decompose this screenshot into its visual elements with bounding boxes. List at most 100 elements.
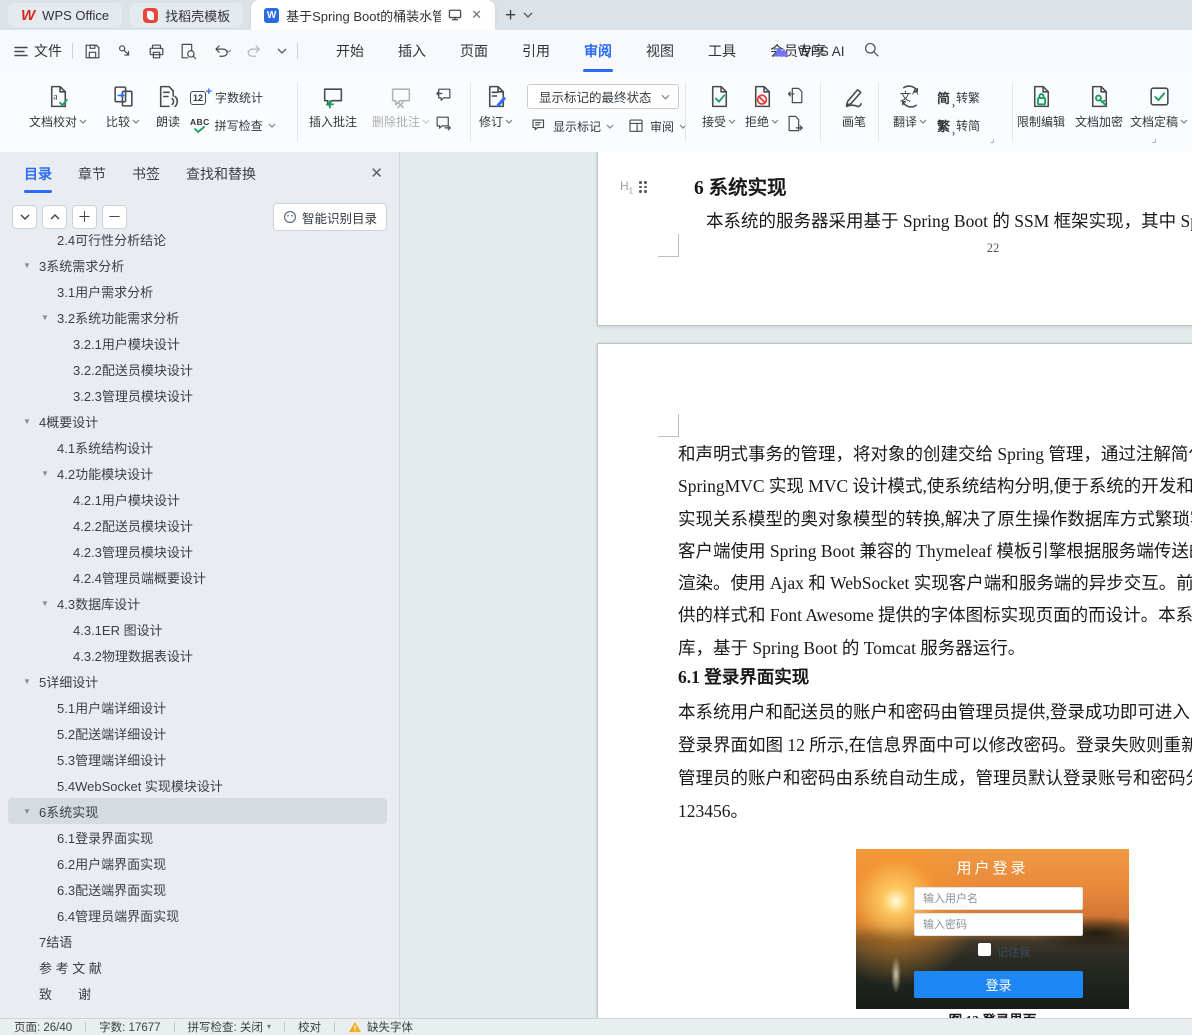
export-icon[interactable]	[115, 42, 134, 61]
collapse-triangle-icon[interactable]: ▼	[22, 261, 39, 270]
markup-state-select[interactable]: 显示标记的最终状态	[527, 84, 679, 109]
zoom-out-button[interactable]: －	[102, 205, 127, 229]
toc-item[interactable]: ▼ 6系统实现	[8, 798, 387, 824]
close-sidebar-icon[interactable]: ✕	[370, 164, 383, 182]
toc-item[interactable]: ▼ 3.1用户需求分析	[8, 278, 387, 304]
traditional-to-simplified-button[interactable]: 繁 转简	[937, 116, 980, 138]
finalize-document-button[interactable]: 文档定稿	[1126, 81, 1192, 143]
chevron-down-icon[interactable]: ▾	[267, 1022, 271, 1031]
missing-font-warning[interactable]: 缺失字体	[348, 1019, 413, 1035]
file-menu-button[interactable]: 文件	[14, 41, 62, 61]
undo-button[interactable]	[211, 42, 232, 61]
drag-handle-icon[interactable]	[639, 181, 647, 193]
print-preview-icon[interactable]	[179, 42, 198, 61]
menu-tab[interactable]: 开始	[334, 30, 366, 72]
tab-document[interactable]: W 基于Spring Boot的桶装水管理 ✕	[251, 0, 496, 30]
collapse-triangle-icon[interactable]: ▼	[22, 417, 39, 426]
menu-tab[interactable]: 视图	[644, 30, 676, 72]
document-canvas[interactable]: 器发送过接入双信息给配送员。 H1 6 系统实现 本系统的服务器采用基于 Spr…	[400, 152, 1192, 1018]
zoom-in-button[interactable]: ＋	[72, 205, 97, 229]
toc-item[interactable]: ▼ 4.2.2配送员模块设计	[8, 512, 387, 538]
collapse-all-button[interactable]	[42, 205, 67, 229]
toc-item[interactable]: ▼ 4.2.3管理员模块设计	[8, 538, 387, 564]
collapse-triangle-icon[interactable]: ▼	[40, 469, 57, 478]
save-icon[interactable]	[83, 42, 102, 61]
toc-item[interactable]: ▼ 参 考 文 献	[8, 954, 387, 980]
smart-toc-button[interactable]: 智能识别目录	[272, 203, 387, 231]
review-pane-button[interactable]: 审阅	[627, 117, 687, 135]
next-comment-button[interactable]	[434, 114, 453, 133]
toc-item[interactable]: ▼ 4.3数据库设计	[8, 590, 387, 616]
toc-item[interactable]: ▼ 6.4管理员端界面实现	[8, 902, 387, 928]
toc-item[interactable]: ▼ 6.1登录界面实现	[8, 824, 387, 850]
translate-button[interactable]: 文A 翻译	[877, 81, 943, 143]
previous-comment-button[interactable]	[434, 86, 453, 105]
next-change-button[interactable]	[786, 114, 805, 133]
toc-item[interactable]: ▼ 5详细设计	[8, 668, 387, 694]
toc-item[interactable]: ▼ 7结语	[8, 928, 387, 954]
toc-item[interactable]: ▼ 3.2.3管理员模块设计	[8, 382, 387, 408]
document-page-22[interactable]: 器发送过接入双信息给配送员。 H1 6 系统实现 本系统的服务器采用基于 Spr…	[597, 152, 1192, 326]
toc-item[interactable]: ▼ 5.2配送端详细设计	[8, 720, 387, 746]
toc-item[interactable]: ▼ 4.2.1用户模块设计	[8, 486, 387, 512]
quick-access-chevron-icon[interactable]	[277, 48, 287, 54]
present-monitor-icon[interactable]	[448, 9, 462, 21]
collapse-triangle-icon[interactable]: ▼	[40, 313, 57, 322]
word-count-indicator[interactable]: 字数: 17677	[99, 1019, 160, 1035]
group-launcher-icon[interactable]: ⌟	[1152, 134, 1157, 145]
toc-item[interactable]: ▼ 5.3管理端详细设计	[8, 746, 387, 772]
insert-comment-button[interactable]: 插入批注	[300, 81, 366, 143]
toc-item[interactable]: ▼ 3系统需求分析	[8, 252, 387, 278]
toc-item[interactable]: ▼ 4.1系统结构设计	[8, 434, 387, 460]
close-tab-icon[interactable]: ✕	[471, 7, 482, 23]
wps-ai-button[interactable]: WPS AI	[772, 30, 845, 72]
menu-tab[interactable]: 审阅	[582, 30, 614, 72]
toc-item[interactable]: ▼ 4.2.4管理员端概要设计	[8, 564, 387, 590]
word-count-button[interactable]: 12 字数统计	[190, 86, 263, 106]
simplified-to-traditional-button[interactable]: 简 转繁	[937, 88, 980, 110]
show-markup-button[interactable]: 显示标记	[530, 117, 614, 135]
collapse-triangle-icon[interactable]: ▼	[22, 807, 39, 816]
redo-button[interactable]	[245, 42, 264, 61]
heading-level-badge[interactable]: H1	[620, 179, 647, 195]
sidebar-tab[interactable]: 书签	[132, 164, 160, 193]
toc-item[interactable]: ▼ 5.4WebSocket 实现模块设计	[8, 772, 387, 798]
menu-tab[interactable]: 插入	[396, 30, 428, 72]
toc-item[interactable]: ▼ 5.1用户端详细设计	[8, 694, 387, 720]
toc-item[interactable]: ▼ 3.2系统功能需求分析	[8, 304, 387, 330]
previous-change-button[interactable]	[786, 86, 805, 105]
login-screenshot-figure[interactable]: 用户登录 输入用户名 输入密码 记住我 登录	[856, 849, 1129, 1009]
toc-item[interactable]: ▼ 4.3.1ER 图设计	[8, 616, 387, 642]
spell-check-indicator[interactable]: 拼写检查: 关闭	[188, 1019, 263, 1035]
expand-all-button[interactable]	[12, 205, 37, 229]
toc-item[interactable]: ▼ 4.3.2物理数据表设计	[8, 642, 387, 668]
print-icon[interactable]	[147, 42, 166, 61]
toc-item[interactable]: ▼ 4.2功能模块设计	[8, 460, 387, 486]
collapse-triangle-icon[interactable]: ▼	[22, 677, 39, 686]
tab-wps-office[interactable]: W WPS Office	[8, 3, 123, 27]
toc-item[interactable]: ▼ 致 谢	[8, 980, 387, 1006]
restrict-editing-button[interactable]: 限制编辑	[1008, 81, 1074, 143]
menu-tab[interactable]: 工具	[706, 30, 738, 72]
toc-item[interactable]: ▼ 6.2用户端界面实现	[8, 850, 387, 876]
search-icon[interactable]	[862, 40, 881, 59]
collapse-triangle-icon[interactable]: ▼	[40, 599, 57, 608]
toc-item[interactable]: ▼ 4概要设计	[8, 408, 387, 434]
track-changes-button[interactable]: 修订	[463, 81, 529, 143]
spell-check-button[interactable]: ABC 拼写检查	[190, 117, 276, 134]
proofread-button[interactable]: 校对	[298, 1019, 321, 1035]
menu-tab[interactable]: 页面	[458, 30, 490, 72]
toc-item[interactable]: ▼ 3.2.2配送员模块设计	[8, 356, 387, 382]
tab-docer-template[interactable]: 找稻壳模板	[130, 3, 244, 27]
document-page-23[interactable]: 和声明式事务的管理，将对象的创建交给 Spring 管理，通过注解简化 Sprin…	[597, 343, 1192, 1018]
menu-tab[interactable]: 引用	[520, 30, 552, 72]
sidebar-tab[interactable]: 查找和替换	[186, 164, 256, 193]
toc-item[interactable]: ▼ 6.3配送端界面实现	[8, 876, 387, 902]
doc-proof-button[interactable]: a 文档校对	[25, 81, 91, 143]
sidebar-tab[interactable]: 目录	[24, 164, 52, 193]
encrypt-document-button[interactable]: 文档加密	[1066, 81, 1132, 143]
tab-list-chevron-icon[interactable]	[523, 12, 533, 18]
sidebar-tab[interactable]: 章节	[78, 164, 106, 193]
toc-item[interactable]: ▼ 3.2.1用户模块设计	[8, 330, 387, 356]
new-tab-button[interactable]: +	[505, 6, 516, 25]
